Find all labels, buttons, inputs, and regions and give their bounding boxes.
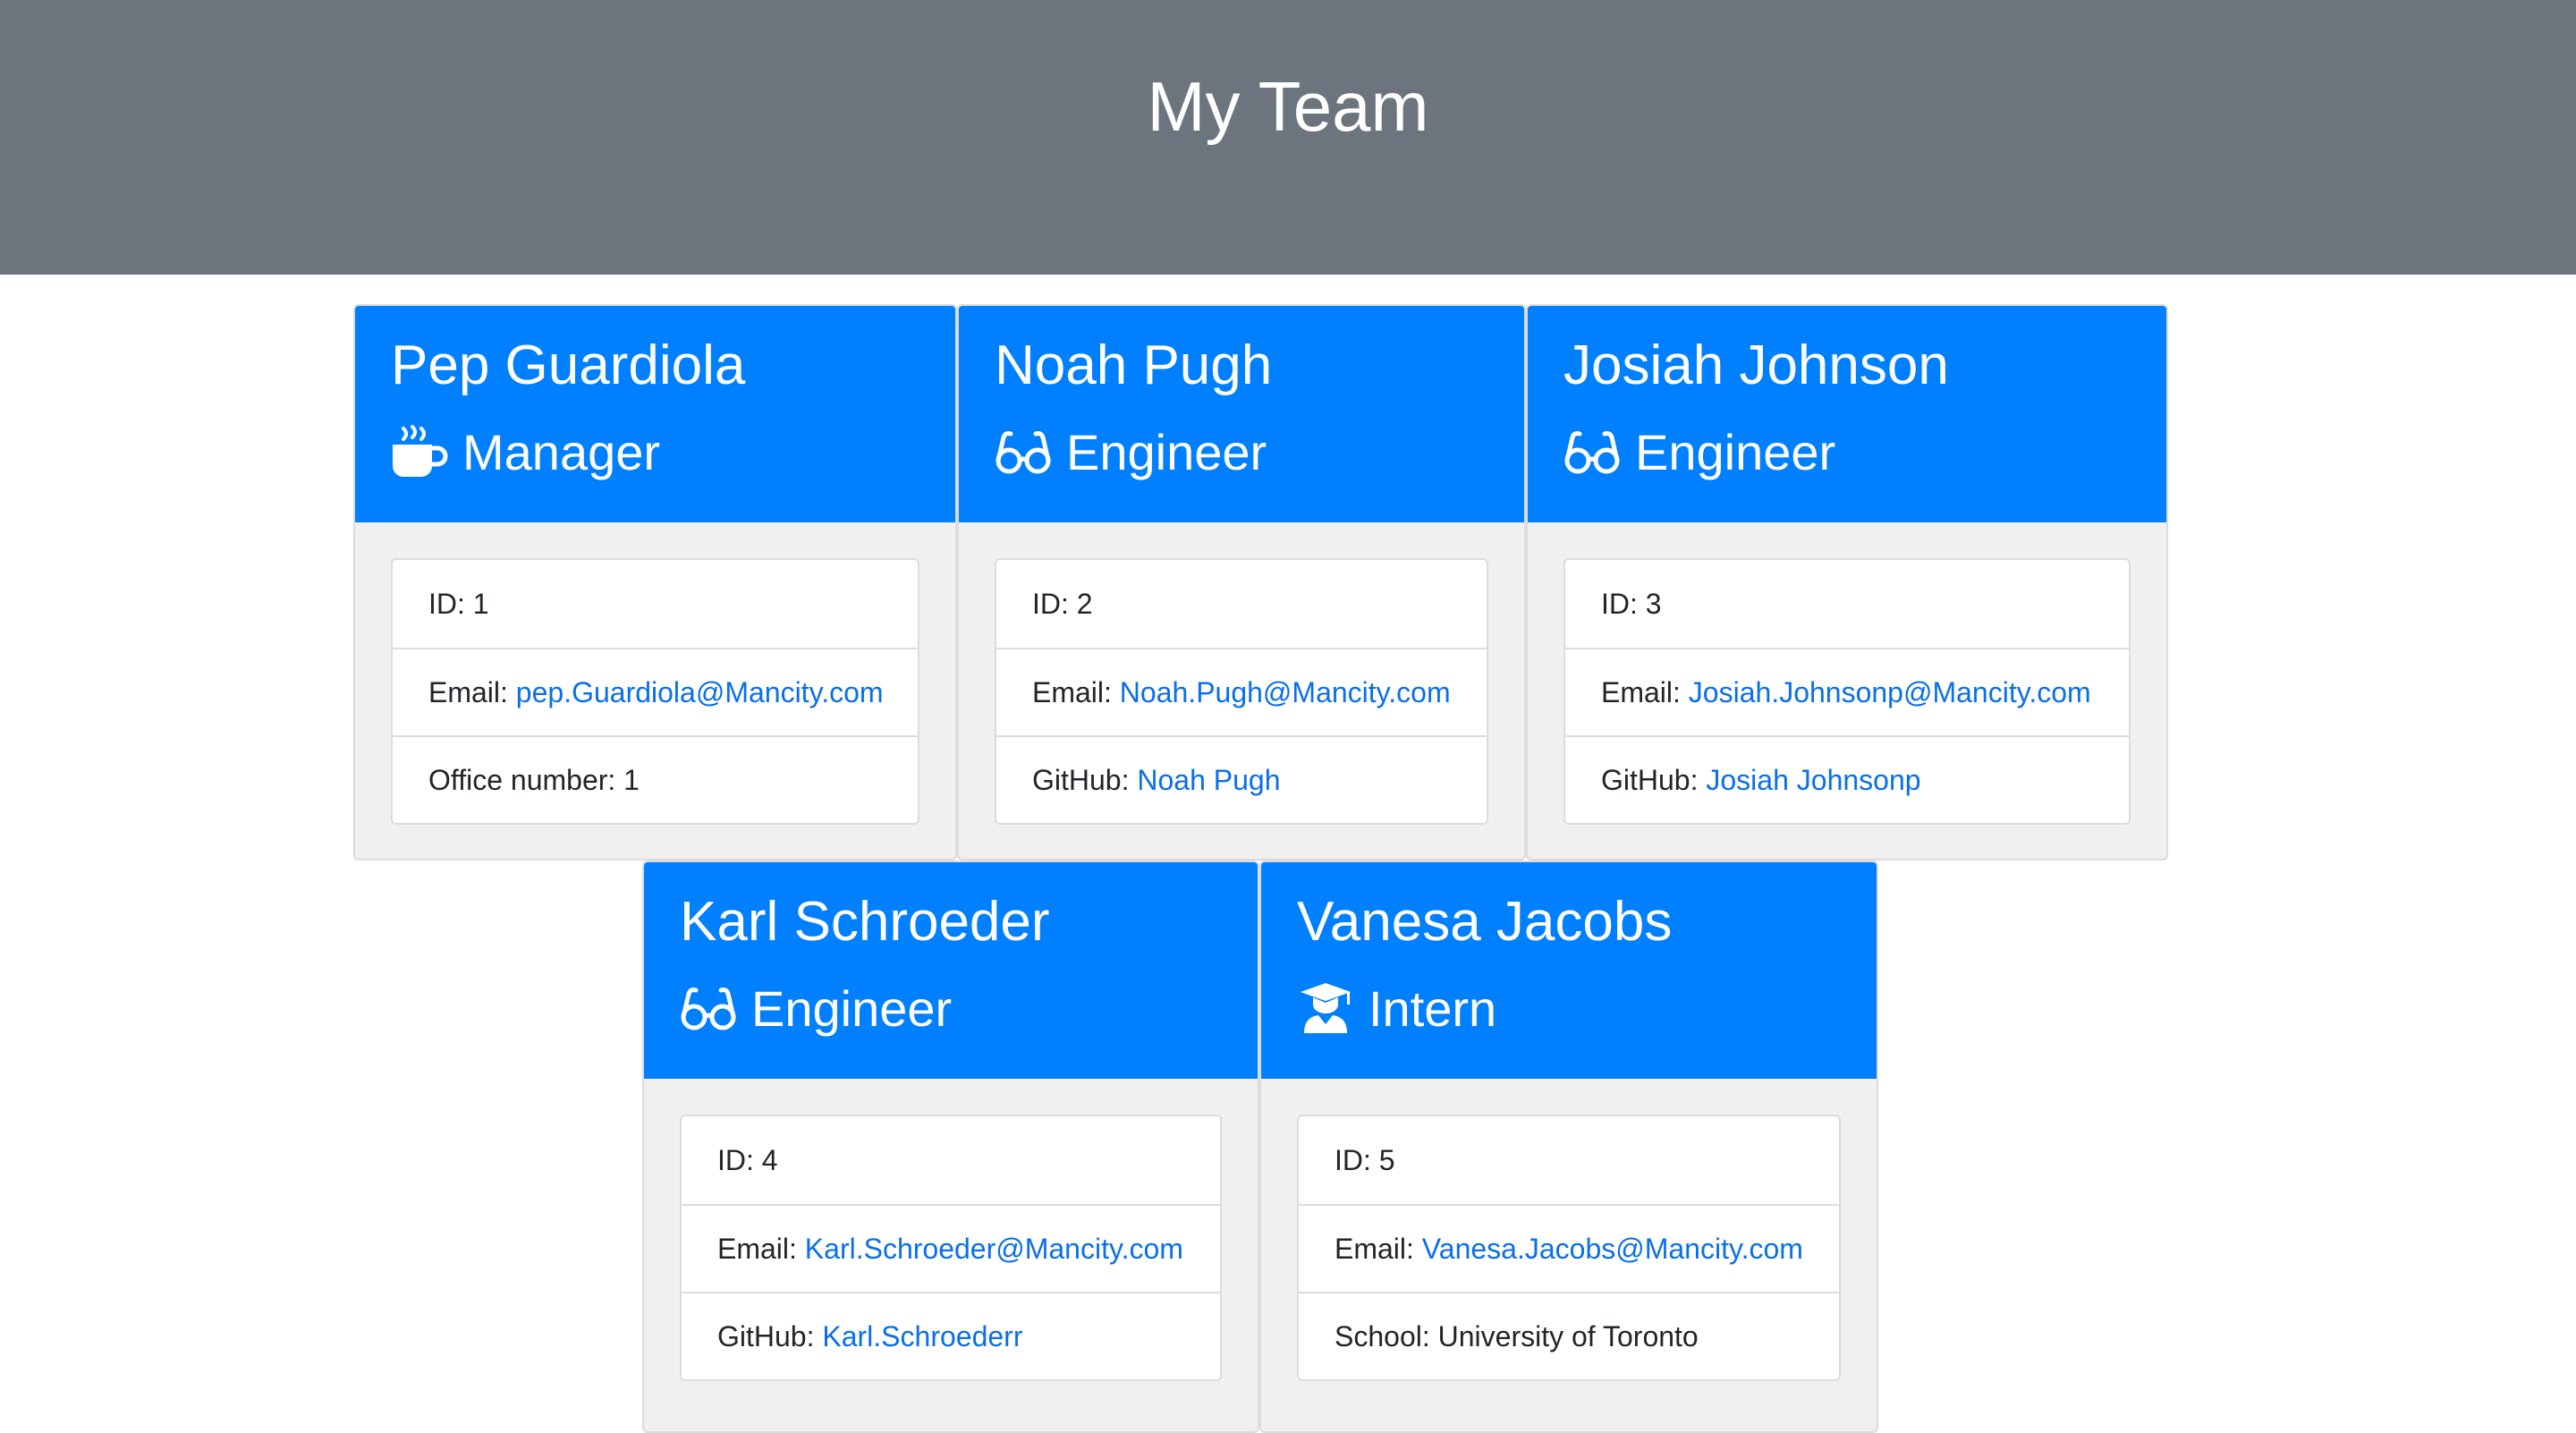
info-list: ID: 4 Email: Karl.Schroeder@Mancity.com … bbox=[680, 1115, 1222, 1381]
github-label: GitHub: bbox=[1601, 763, 1707, 796]
github-item: GitHub: Noah Pugh bbox=[996, 735, 1487, 823]
employee-card: Josiah Johnson Engineer ID: 3 Email: Jos… bbox=[1526, 304, 2168, 861]
email-link[interactable]: pep.Guardiola@Mancity.com bbox=[516, 676, 884, 709]
employee-card: Noah Pugh Engineer ID: 2 Email: Noah.Pug… bbox=[957, 304, 1526, 861]
role-label: Engineer bbox=[751, 979, 953, 1037]
info-list: ID: 1 Email: pep.Guardiola@Mancity.com O… bbox=[391, 558, 919, 825]
email-link[interactable]: Noah.Pugh@Mancity.com bbox=[1120, 676, 1451, 709]
employee-name: Noah Pugh bbox=[995, 335, 1273, 396]
email-item: Email: pep.Guardiola@Mancity.com bbox=[393, 648, 918, 735]
card-header: Noah Pugh Engineer bbox=[959, 306, 1524, 522]
employee-role: Engineer bbox=[1563, 411, 1835, 492]
github-item: GitHub: Josiah Johnsonp bbox=[1565, 735, 2129, 823]
office-item: Office number: 1 bbox=[393, 735, 918, 823]
card-header: Josiah Johnson Engineer bbox=[1528, 306, 2166, 522]
email-item: Email: Karl.Schroeder@Mancity.com bbox=[682, 1204, 1220, 1292]
glasses-icon bbox=[680, 981, 737, 1035]
employee-role: Engineer bbox=[995, 411, 1267, 492]
email-label: Email: bbox=[1032, 675, 1120, 708]
employee-role: Manager bbox=[391, 411, 660, 492]
card-header: Karl Schroeder Engineer bbox=[644, 862, 1258, 1079]
github-label: GitHub: bbox=[1032, 763, 1138, 796]
employee-card: Karl Schroeder Engineer ID: 4 Email: Kar… bbox=[642, 861, 1259, 1433]
employee-name: Pep Guardiola bbox=[391, 335, 746, 396]
employee-name: Karl Schroeder bbox=[680, 891, 1050, 953]
email-item: Email: Noah.Pugh@Mancity.com bbox=[996, 648, 1487, 735]
page-title: My Team bbox=[1147, 67, 1429, 146]
card-header: Vanesa Jacobs Intern bbox=[1261, 862, 1877, 1079]
id-text: ID: 1 bbox=[428, 587, 489, 620]
email-item: Email: Josiah.Johnsonp@Mancity.com bbox=[1565, 648, 2129, 735]
id-item: ID: 3 bbox=[1565, 560, 2129, 648]
github-link[interactable]: Karl.Schroederr bbox=[822, 1320, 1022, 1353]
role-label: Intern bbox=[1368, 979, 1497, 1037]
email-label: Email: bbox=[1335, 1232, 1422, 1265]
page-header: My Team bbox=[0, 0, 2576, 275]
id-text: ID: 2 bbox=[1032, 587, 1093, 620]
id-item: ID: 1 bbox=[393, 560, 918, 648]
email-label: Email: bbox=[428, 675, 516, 708]
employee-role: Engineer bbox=[680, 968, 952, 1048]
info-list: ID: 5 Email: Vanesa.Jacobs@Mancity.com S… bbox=[1297, 1115, 1841, 1381]
email-link[interactable]: Josiah.Johnsonp@Mancity.com bbox=[1689, 676, 2091, 709]
employee-card: Vanesa Jacobs Intern ID: 5 Email: Vanesa… bbox=[1259, 861, 1878, 1433]
github-link[interactable]: Josiah Johnsonp bbox=[1706, 764, 1920, 797]
id-text: ID: 3 bbox=[1601, 587, 1662, 620]
email-label: Email: bbox=[1601, 675, 1689, 708]
id-item: ID: 2 bbox=[996, 560, 1487, 648]
coffee-icon bbox=[391, 425, 448, 479]
github-label: GitHub: bbox=[717, 1319, 823, 1352]
github-item: GitHub: Karl.Schroederr bbox=[682, 1292, 1220, 1379]
employee-name: Vanesa Jacobs bbox=[1297, 891, 1673, 953]
email-label: Email: bbox=[717, 1232, 805, 1265]
employee-card: Pep Guardiola Manager ID: 1 Email: pep.G… bbox=[353, 304, 957, 861]
info-list: ID: 2 Email: Noah.Pugh@Mancity.com GitHu… bbox=[995, 558, 1488, 825]
glasses-icon bbox=[1563, 425, 1621, 479]
school-text: School: University of Toronto bbox=[1335, 1319, 1699, 1352]
role-label: Engineer bbox=[1635, 423, 1836, 480]
github-link[interactable]: Noah Pugh bbox=[1137, 764, 1280, 797]
email-link[interactable]: Karl.Schroeder@Mancity.com bbox=[805, 1233, 1183, 1266]
id-text: ID: 4 bbox=[717, 1143, 778, 1176]
id-text: ID: 5 bbox=[1335, 1143, 1395, 1176]
glasses-icon bbox=[995, 425, 1052, 479]
info-list: ID: 3 Email: Josiah.Johnsonp@Mancity.com… bbox=[1563, 558, 2131, 825]
id-item: ID: 5 bbox=[1299, 1116, 1839, 1204]
school-item: School: University of Toronto bbox=[1299, 1292, 1839, 1379]
email-item: Email: Vanesa.Jacobs@Mancity.com bbox=[1299, 1204, 1839, 1292]
card-header: Pep Guardiola Manager bbox=[355, 306, 955, 522]
office-number-text: Office number: 1 bbox=[428, 763, 640, 796]
employee-role: Intern bbox=[1297, 968, 1496, 1048]
role-label: Manager bbox=[462, 423, 661, 480]
role-label: Engineer bbox=[1066, 423, 1267, 480]
email-link[interactable]: Vanesa.Jacobs@Mancity.com bbox=[1422, 1233, 1803, 1266]
id-item: ID: 4 bbox=[682, 1116, 1220, 1204]
employee-name: Josiah Johnson bbox=[1563, 335, 1949, 396]
graduate-icon bbox=[1297, 981, 1354, 1035]
